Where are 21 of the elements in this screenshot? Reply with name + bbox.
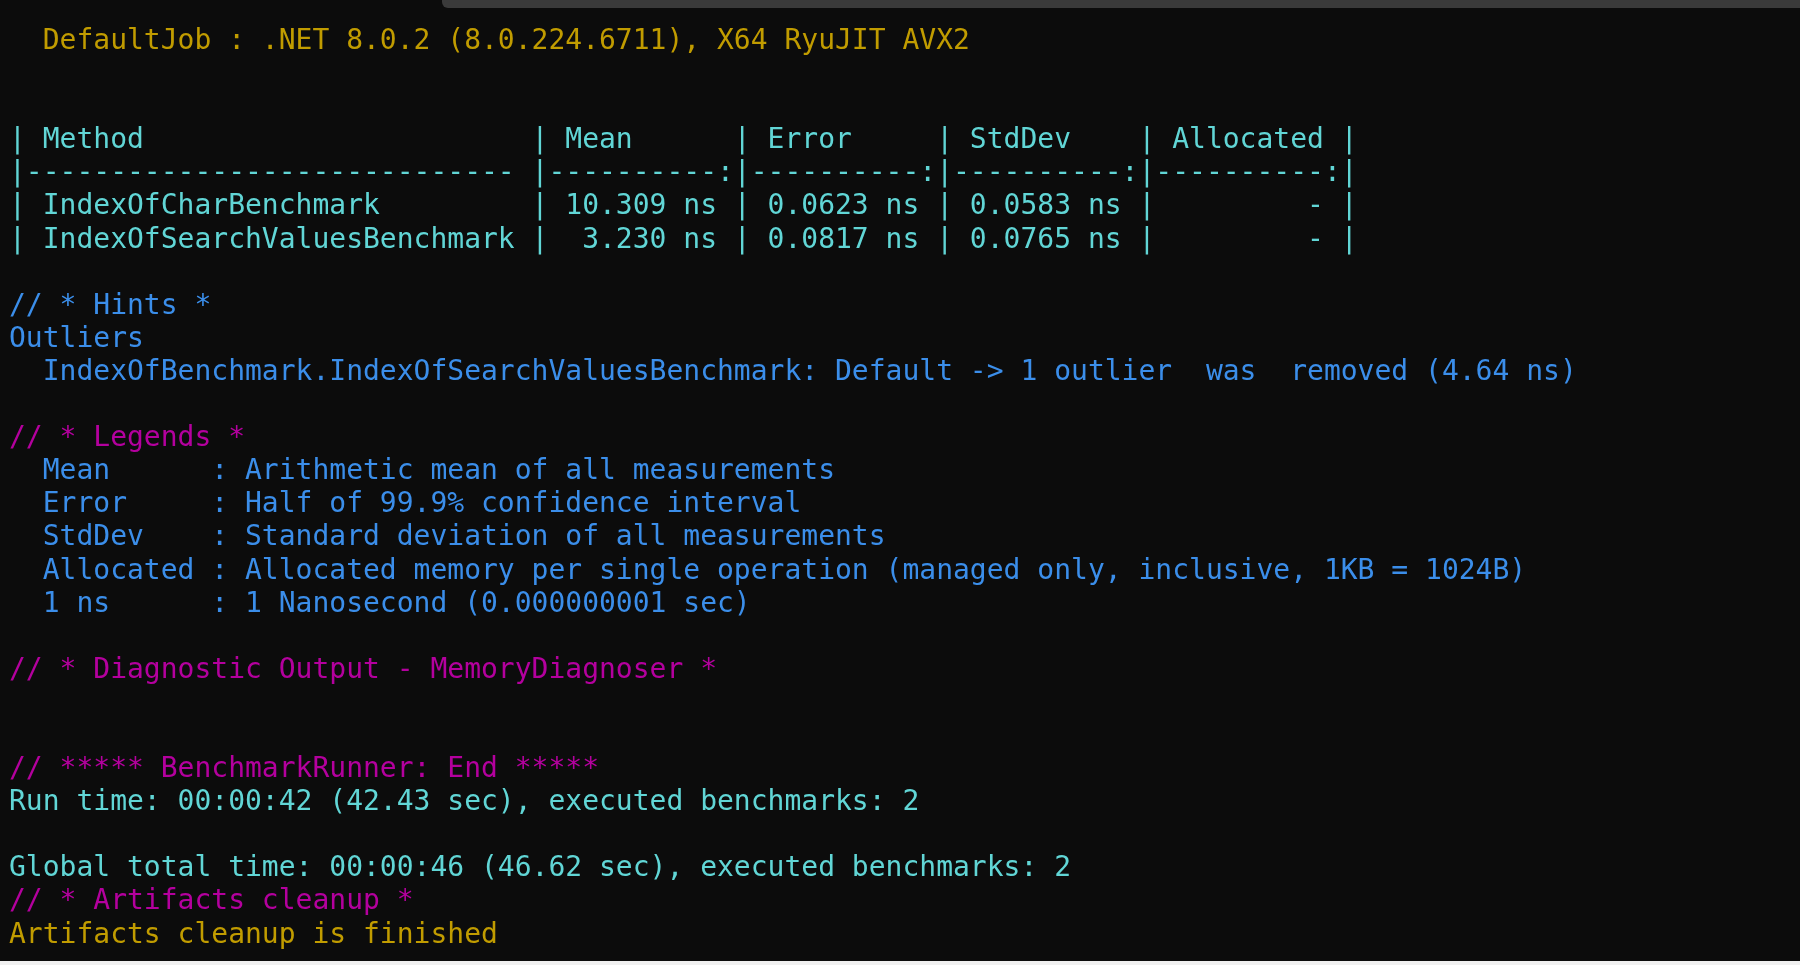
scrollbar[interactable]: [442, 0, 1800, 8]
output-line: Run time: 00:00:42 (42.43 sec), executed benchmarks: 2: [9, 784, 920, 818]
output-line: Mean : Arithmetic mean of all measurements: [41, 453, 835, 487]
output-line: DefaultJob : .NET 8.0.2 (8.0.224.6711), X64 RyuJIT AVX2: [41, 23, 970, 57]
output-line: // * Legends *: [9, 420, 245, 454]
output-line: Outliers: [9, 320, 144, 354]
output-line: Allocated : Allocated memory per single operation (managed only, inclusive, 1KB = 1024B): [41, 552, 1527, 586]
output-line: IndexOfBenchmark.IndexOfSearchValuesBenchmark: Default -> 1 outlier was removed (4.64 ns): [41, 353, 1577, 388]
output-line: // * Artifacts cleanup *: [9, 883, 414, 917]
output-line: | IndexOfSearchValuesBenchmark | 3.230 ns | 0.0817 ns | 0.0765 ns | - |: [9, 221, 1358, 255]
output-line: | Method | Mean | Error | StdDev | Allocated |: [9, 122, 1358, 156]
output-line: Global total time: 00:00:46 (46.62 sec), executed benchmarks: 2: [9, 850, 1072, 884]
output-line: 1 ns : 1 Nanosecond (0.000000001 sec): [41, 585, 751, 619]
output-line: // * Hints *: [9, 287, 212, 321]
output-line: Artifacts cleanup is finished: [9, 916, 498, 950]
output-line: | IndexOfCharBenchmark | 10.309 ns | 0.0623 ns | 0.0583 ns | - |: [9, 188, 1358, 222]
output-line: StdDev : Standard deviation of all measurements: [41, 519, 886, 553]
output-line: // ***** BenchmarkRunner: End *****: [9, 751, 599, 785]
output-line: |----------------------------- |----------:|----------:|----------:|----------:|: [9, 155, 1358, 189]
output-line: // * Diagnostic Output - MemoryDiagnoser *: [9, 651, 717, 685]
output-line: Error : Half of 99.9% confidence interval: [41, 486, 802, 520]
